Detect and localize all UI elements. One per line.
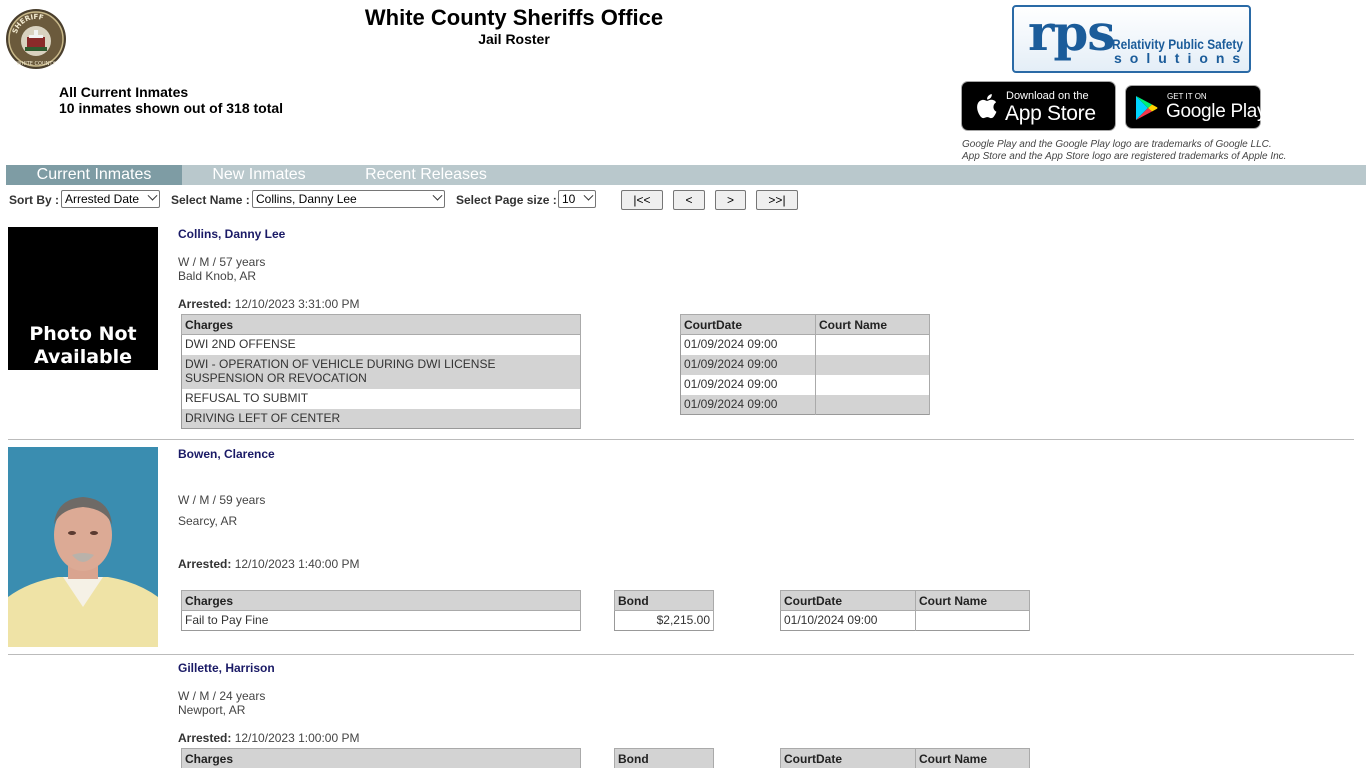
charge-cell: REFUSAL TO SUBMIT: [181, 388, 581, 409]
charge-cell: Fail to Pay Fine: [181, 610, 581, 631]
charge-cell: DWI 2ND OFFENSE: [181, 334, 581, 355]
charges-table: Charges Fail to Pay Fine: [181, 590, 581, 631]
inmate-demographics: W / M / 57 years: [178, 255, 266, 269]
bond-header: Bond: [614, 748, 714, 768]
bond-header: Bond: [614, 590, 714, 611]
inmate-arrested: Arrested: 12/10/2023 1:00:00 PM: [178, 731, 360, 745]
charge-cell: DRIVING LEFT OF CENTER: [181, 408, 581, 429]
photo-not-available-text: Available: [33, 346, 133, 368]
photo-not-available-text: Photo Not: [29, 323, 137, 345]
court-name-cell: [815, 394, 930, 415]
page-size-label: Select Page size :: [456, 193, 557, 207]
app-store-button[interactable]: Download on the App Store: [961, 81, 1116, 131]
court-date-cell: 01/09/2024 09:00: [680, 334, 816, 355]
court-name-cell: [815, 354, 930, 375]
sort-by-select[interactable]: Arrested Date: [61, 190, 160, 208]
page-size-select[interactable]: 10: [558, 190, 596, 208]
court-date-cell: 01/09/2024 09:00: [680, 374, 816, 395]
select-name-label: Select Name :: [171, 193, 250, 207]
trademark-apple: App Store and the App Store logo are reg…: [962, 151, 1287, 162]
court-name-header: Court Name: [915, 590, 1030, 611]
inmate-mugshot: [8, 447, 158, 647]
inmate-location: Searcy, AR: [178, 514, 238, 528]
court-date-cell: 01/09/2024 09:00: [680, 354, 816, 375]
court-date-header: CourtDate: [680, 314, 816, 335]
inmate-name[interactable]: Bowen, Clarence: [178, 447, 275, 461]
court-date-cell: 01/09/2024 09:00: [680, 394, 816, 415]
bond-table: Bond $2,215.00: [614, 590, 714, 631]
apple-icon: [977, 94, 997, 119]
page-title: White County Sheriffs Office: [364, 5, 664, 30]
roster-summary: All Current Inmates 10 inmates shown out…: [59, 84, 283, 116]
charge-cell: DWI - OPERATION OF VEHICLE DURING DWI LI…: [181, 354, 581, 389]
tab-recent-releases[interactable]: Recent Releases: [361, 165, 491, 185]
charges-table: Charges DWI 2ND OFFENSE DWI - OPERATION …: [181, 314, 581, 429]
charges-header: Charges: [181, 314, 581, 335]
inmate-photo-placeholder: Photo Not Available: [8, 227, 158, 370]
trademark-notice: Google Play and the Google Play logo are…: [962, 139, 1286, 163]
google-play-button[interactable]: GET IT ON Google Play: [1125, 85, 1267, 129]
inmate-name[interactable]: Collins, Danny Lee: [178, 227, 285, 241]
sort-by-label: Sort By :: [9, 193, 60, 207]
rps-logo-line2: solutions: [1114, 50, 1249, 66]
rps-logo[interactable]: rps Relativity Public Safety solutions: [1012, 5, 1251, 73]
next-page-button[interactable]: >: [715, 190, 746, 210]
roster-tabs: Current Inmates New Inmates Recent Relea…: [6, 165, 1366, 185]
court-table: CourtDate Court Name 01/10/2024 09:00: [780, 590, 1030, 631]
google-play-big-label: Google Play: [1166, 101, 1267, 122]
record-divider: [8, 439, 1354, 440]
court-name-cell: [815, 374, 930, 395]
svg-text:WHITE COUNTY: WHITE COUNTY: [17, 61, 57, 67]
court-table: CourtDate Court Name: [780, 748, 1030, 768]
summary-count: 10 inmates shown out of 318 total: [59, 100, 284, 116]
court-date-header: CourtDate: [780, 590, 916, 611]
inmate-arrested: Arrested: 12/10/2023 1:40:00 PM: [178, 557, 360, 571]
court-date-cell: 01/10/2024 09:00: [780, 610, 916, 631]
app-store-big-label: App Store: [1005, 102, 1096, 125]
tab-current-inmates[interactable]: Current Inmates: [6, 165, 182, 185]
app-store-small-label: Download on the: [1006, 90, 1089, 102]
select-name-select[interactable]: Collins, Danny Lee: [252, 190, 445, 208]
court-table: CourtDate Court Name 01/09/2024 09:00 01/…: [680, 314, 930, 415]
court-date-header: CourtDate: [780, 748, 916, 768]
charges-header: Charges: [181, 748, 581, 768]
rps-logo-mark: rps: [1028, 5, 1115, 62]
court-name-header: Court Name: [915, 748, 1030, 768]
google-play-icon: [1136, 96, 1158, 120]
inmate-demographics: W / M / 24 years: [178, 689, 266, 703]
summary-heading: All Current Inmates: [59, 84, 189, 100]
bond-table: Bond: [614, 748, 714, 768]
google-play-small-label: GET IT ON: [1167, 92, 1207, 101]
inmate-location: Newport, AR: [178, 703, 246, 717]
trademark-google: Google Play and the Google Play logo are…: [962, 139, 1272, 150]
bond-cell: $2,215.00: [614, 610, 714, 631]
record-divider: [8, 654, 1354, 655]
inmate-demographics: W / M / 59 years: [178, 493, 266, 507]
previous-page-button[interactable]: <: [673, 190, 705, 210]
court-name-cell: [815, 334, 930, 355]
court-name-header: Court Name: [815, 314, 930, 335]
last-page-button[interactable]: >>|: [756, 190, 798, 210]
charges-table: Charges: [181, 748, 581, 768]
inmate-arrested: Arrested: 12/10/2023 3:31:00 PM: [178, 297, 360, 311]
tab-new-inmates[interactable]: New Inmates: [184, 165, 334, 185]
inmate-location: Bald Knob, AR: [178, 269, 257, 283]
court-name-cell: [915, 610, 1030, 631]
inmate-name[interactable]: Gillette, Harrison: [178, 661, 275, 675]
page-subtitle: Jail Roster: [478, 31, 550, 47]
charges-header: Charges: [181, 590, 581, 611]
first-page-button[interactable]: |<<: [621, 190, 663, 210]
